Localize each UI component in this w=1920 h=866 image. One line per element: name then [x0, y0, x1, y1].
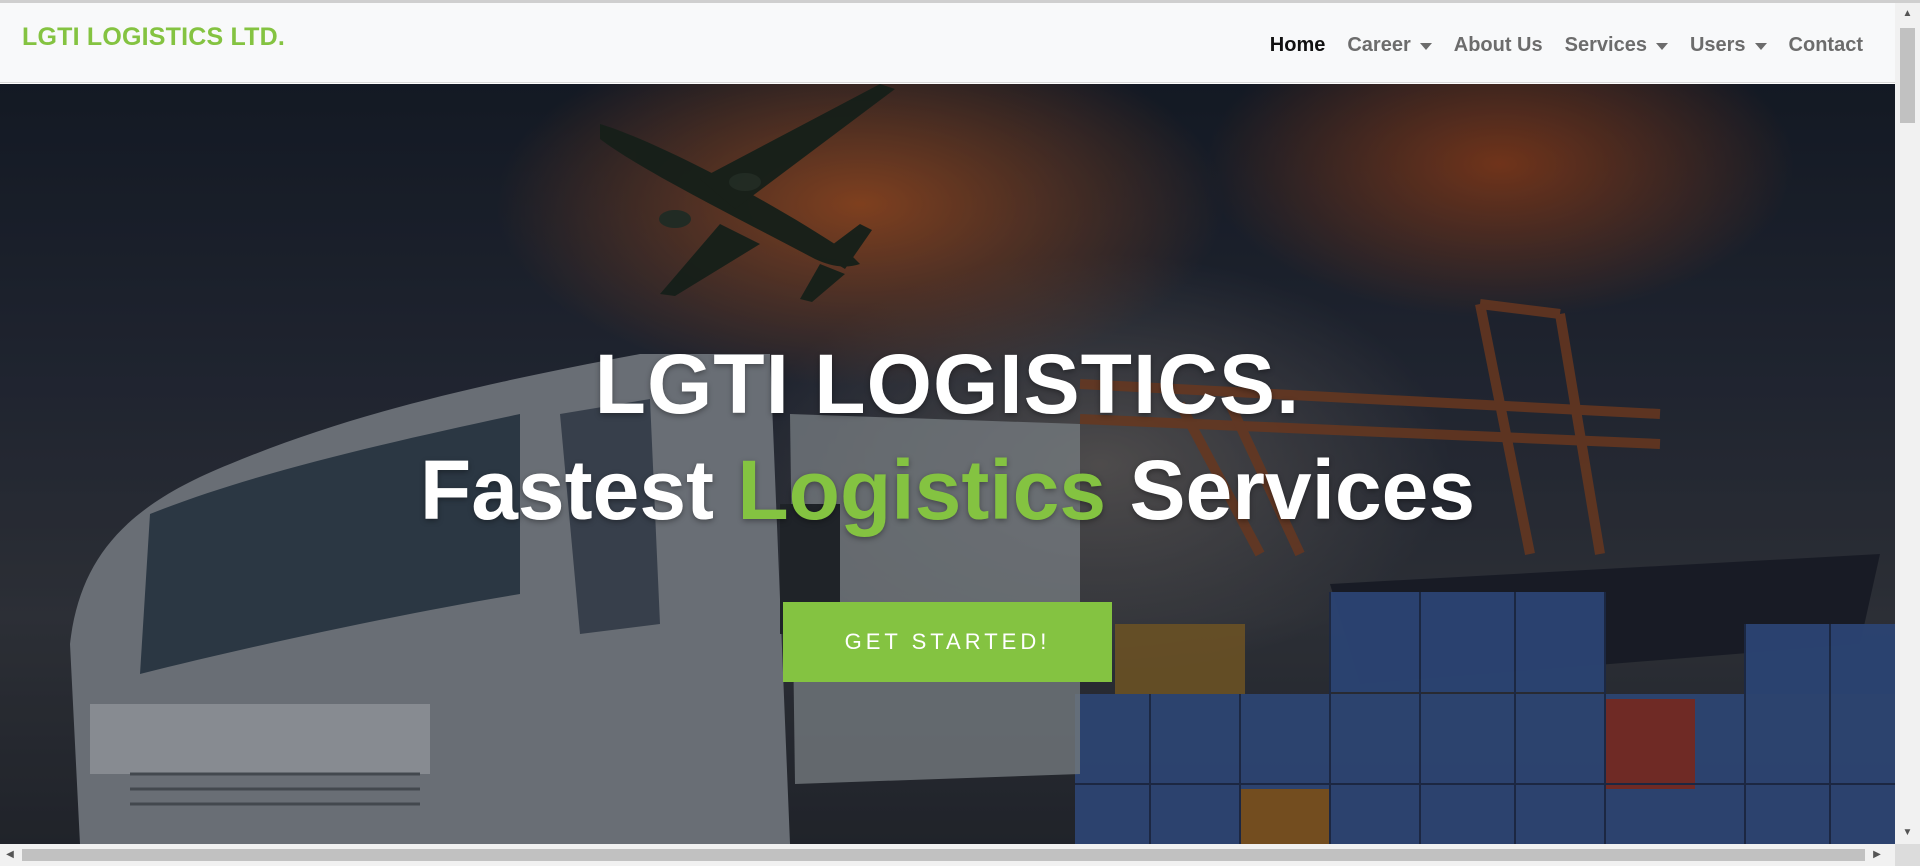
scroll-left-arrow-icon[interactable]: ◀ — [0, 844, 20, 866]
hero-subtitle-accent: Logistics — [737, 443, 1107, 537]
nav-item-home[interactable]: Home — [1270, 34, 1326, 57]
scroll-up-arrow-icon[interactable]: ▲ — [1895, 5, 1920, 23]
nav-item-label: Career — [1347, 34, 1411, 56]
caret-down-icon — [1419, 42, 1432, 50]
nav-item-about-us[interactable]: About Us — [1454, 34, 1543, 57]
nav-menu: Home Career About Us Services Users Cont… — [1248, 34, 1863, 57]
scroll-right-arrow-icon[interactable]: ▶ — [1867, 844, 1887, 866]
hero-subtitle: Fastest Logistics Services — [0, 442, 1895, 539]
scrollbar-corner — [1895, 844, 1920, 866]
nav-item-label: Services — [1564, 34, 1647, 56]
caret-down-icon — [1655, 42, 1668, 50]
nav-item-career[interactable]: Career — [1347, 34, 1432, 57]
hero-subtitle-part2: Services — [1106, 443, 1476, 537]
get-started-button[interactable]: GET STARTED! — [783, 602, 1112, 682]
vertical-scrollbar-thumb[interactable] — [1900, 28, 1915, 123]
horizontal-scrollbar-thumb[interactable] — [22, 849, 1865, 861]
nav-item-services[interactable]: Services — [1565, 34, 1668, 57]
caret-down-icon — [1754, 42, 1767, 50]
nav-item-label: About Us — [1453, 34, 1543, 56]
hero-subtitle-part1: Fastest — [419, 443, 738, 537]
hero-section: LGTI LOGISTICS. Fastest Logistics Servic… — [0, 84, 1895, 844]
horizontal-scrollbar[interactable]: ◀ ▶ — [0, 844, 1895, 866]
navbar: LGTI LOGISTICS LTD. Home Career About Us… — [0, 3, 1895, 83]
nav-item-label: Contact — [1788, 34, 1863, 56]
scroll-down-arrow-icon[interactable]: ▼ — [1895, 824, 1920, 842]
nav-item-label: Users — [1689, 34, 1746, 56]
hero-title: LGTI LOGISTICS. — [594, 337, 1301, 431]
nav-item-contact[interactable]: Contact — [1789, 34, 1863, 57]
nav-item-label: Home — [1269, 34, 1326, 56]
nav-item-users[interactable]: Users — [1690, 34, 1767, 57]
vertical-scrollbar[interactable]: ▲ ▼ — [1895, 3, 1920, 844]
brand-logo-text[interactable]: LGTI LOGISTICS LTD. — [22, 23, 285, 52]
